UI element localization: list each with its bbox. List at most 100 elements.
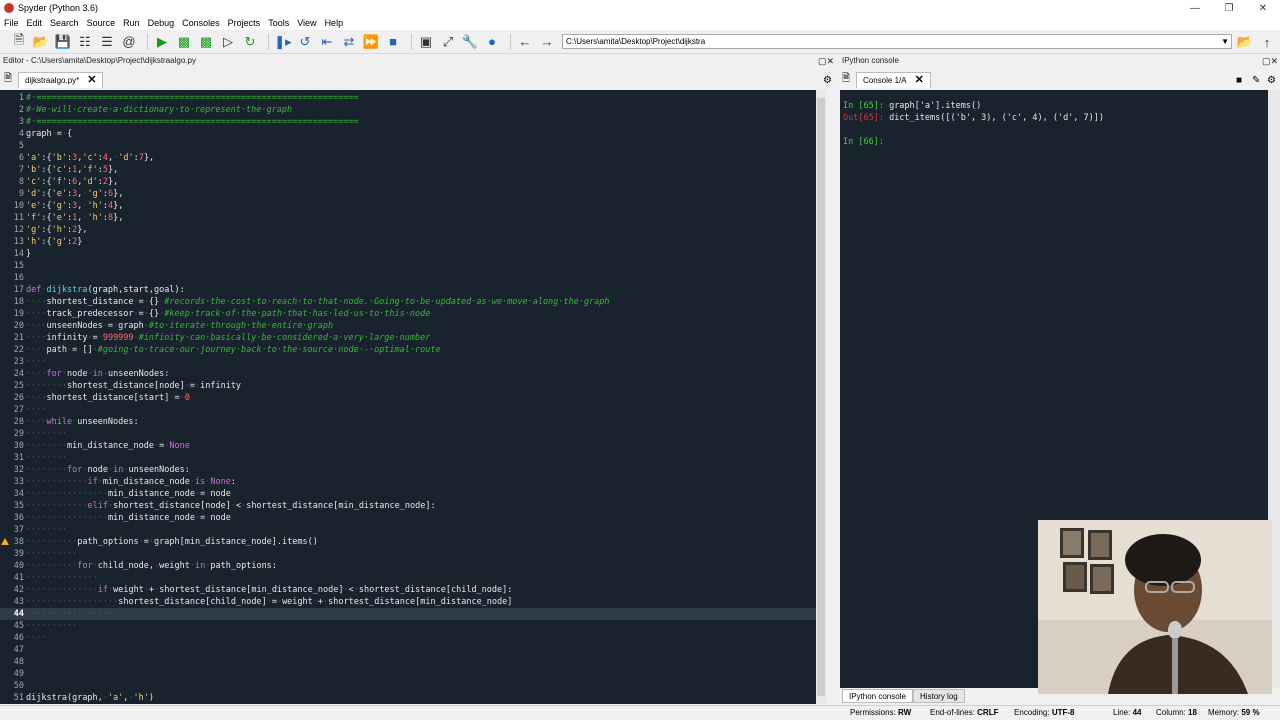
rerun-icon[interactable]: ↻: [241, 33, 259, 51]
run-cell-advance-icon[interactable]: ▩: [197, 33, 215, 51]
open-file-icon[interactable]: 📂: [32, 33, 50, 51]
code-line[interactable]: 1 #·=====================================…: [0, 92, 816, 104]
menu-search[interactable]: Search: [50, 18, 79, 28]
python-path-icon[interactable]: ●: [483, 33, 501, 51]
code-line[interactable]: 20 ····unseenNodes·=·graph·#to·iterate·th…: [0, 320, 816, 332]
code-line[interactable]: 30 ········min_distance_node·=·None: [0, 440, 816, 452]
code-line[interactable]: 29 ········: [0, 428, 816, 440]
code-line[interactable]: 14}: [0, 248, 816, 260]
maximize-pane-icon[interactable]: ▣: [417, 33, 435, 51]
new-file-icon[interactable]: 🗎: [10, 32, 28, 51]
code-line[interactable]: 18 ····shortest_distance·=·{}·#records·th…: [0, 296, 816, 308]
run-cell-icon[interactable]: ▩: [175, 33, 193, 51]
working-directory-input[interactable]: C:\Users\amita\Desktop\Project\dijkstra …: [562, 34, 1232, 49]
menu-source[interactable]: Source: [87, 18, 116, 28]
console-options-gear-icon[interactable]: ⚙: [1267, 75, 1276, 86]
restore-icon[interactable]: ❐: [1212, 3, 1246, 14]
code-line[interactable]: 26 ····shortest_distance[start]·=·0: [0, 392, 816, 404]
code-line[interactable]: 13'h':{'g':2}: [0, 236, 816, 248]
code-editor[interactable]: 1 #·=====================================…: [0, 90, 816, 704]
close-console-tab-icon[interactable]: ✕: [915, 73, 924, 88]
browse-tabs-icon[interactable]: 🗎: [4, 71, 18, 88]
undock-icon[interactable]: ▢✕: [818, 56, 834, 67]
menu-tools[interactable]: Tools: [268, 18, 289, 28]
console-undock-icon[interactable]: ▢✕: [1262, 56, 1278, 67]
code-line[interactable]: 51 dijkstra(graph,·'a',·'h'): [0, 692, 816, 704]
code-line[interactable]: 46 ····: [0, 632, 816, 644]
fullscreen-icon[interactable]: ⤢: [439, 33, 457, 51]
minimize-icon[interactable]: —: [1178, 3, 1212, 14]
code-line[interactable]: 24 ····for·node·in·unseenNodes:: [0, 368, 816, 380]
code-line[interactable]: 2 #·We·will·create·a·dictionary·to·repres…: [0, 104, 816, 116]
code-line[interactable]: 32 ········for·node·in·unseenNodes:: [0, 464, 816, 476]
back-arrow-icon[interactable]: ←: [516, 33, 534, 51]
code-line[interactable]: 5: [0, 140, 816, 152]
code-line[interactable]: 45 ··········: [0, 620, 816, 632]
debug-icon[interactable]: ❚▸: [274, 33, 292, 51]
code-line[interactable]: 41 ··············: [0, 572, 816, 584]
tab-ipython-console[interactable]: IPython console: [842, 689, 913, 703]
editor-scrollbar-thumb[interactable]: [817, 98, 825, 696]
code-line[interactable]: 21 ····infinity·=·999999·#infinity·can·ba…: [0, 332, 816, 344]
code-line[interactable]: 12'g':{'h':2},: [0, 224, 816, 236]
code-line[interactable]: 10'e':{'g':3,·'h':4},: [0, 200, 816, 212]
code-line[interactable]: 40 ··········for·child_node,·weight·in·pa…: [0, 560, 816, 572]
code-line[interactable]: 48: [0, 656, 816, 668]
parent-directory-icon[interactable]: ↑: [1258, 33, 1276, 51]
chevron-down-icon[interactable]: ▼: [1221, 35, 1229, 48]
editor-scrollbar[interactable]: [816, 90, 826, 704]
code-line[interactable]: 39 ··········: [0, 548, 816, 560]
stop-debug-icon[interactable]: ■: [384, 33, 402, 51]
editor-options-gear-icon[interactable]: ⚙: [823, 75, 832, 86]
step-return-icon[interactable]: ⇄: [340, 33, 358, 51]
run-selection-icon[interactable]: ▷: [219, 33, 237, 51]
step-into-icon[interactable]: ⇤: [318, 33, 336, 51]
code-line[interactable]: 25 ········shortest_distance[node]·=·infi…: [0, 380, 816, 392]
code-line[interactable]: 11'f':{'e':1,·'h':8},: [0, 212, 816, 224]
code-line[interactable]: 17 def·dijkstra(graph,start,goal):: [0, 284, 816, 296]
code-line[interactable]: 35 ············elif·shortest_distance[nod…: [0, 500, 816, 512]
code-line[interactable]: 33 ············if·min_distance_node·is·No…: [0, 476, 816, 488]
step-icon[interactable]: ↺: [296, 33, 314, 51]
browse-folder-icon[interactable]: 📂: [1236, 33, 1254, 51]
code-line[interactable]: 19 ····track_predecessor·=·{}·#keep·track…: [0, 308, 816, 320]
menu-help[interactable]: Help: [325, 18, 344, 28]
code-line[interactable]: 50: [0, 680, 816, 692]
code-line[interactable]: 4 graph·=·{: [0, 128, 816, 140]
continue-icon[interactable]: ⏩: [362, 33, 380, 51]
code-line[interactable]: 42 ··············if·weight·+·shortest_dis…: [0, 584, 816, 596]
menu-projects[interactable]: Projects: [228, 18, 261, 28]
menu-file[interactable]: File: [4, 18, 19, 28]
code-line[interactable]: 9'd':{'e':3,·'g':6},: [0, 188, 816, 200]
preferences-icon[interactable]: 🔧: [461, 33, 479, 51]
code-line[interactable]: 15: [0, 260, 816, 272]
menu-view[interactable]: View: [297, 18, 316, 28]
forward-arrow-icon[interactable]: →: [538, 33, 556, 51]
code-line[interactable]: 6'a':{'b':3,'c':4,·'d':7},: [0, 152, 816, 164]
code-line[interactable]: 3 #·=====================================…: [0, 116, 816, 128]
code-line[interactable]: 47: [0, 644, 816, 656]
code-line[interactable]: 23 ····: [0, 356, 816, 368]
warning-icon[interactable]: [1, 538, 9, 545]
tab-dijkstraalgo[interactable]: dijkstraalgo.py* ✕: [18, 72, 104, 88]
at-icon[interactable]: @: [120, 33, 138, 51]
code-line[interactable]: 44 ··················: [0, 608, 816, 620]
code-line[interactable]: 7'b':{'c':1,'f':5},: [0, 164, 816, 176]
menu-edit[interactable]: Edit: [27, 18, 43, 28]
menu-run[interactable]: Run: [123, 18, 140, 28]
code-line[interactable]: 43 ··················shortest_distance[ch…: [0, 596, 816, 608]
save-all-icon[interactable]: ☷: [76, 33, 94, 51]
code-line[interactable]: 8'c':{'f':6,'d':2},: [0, 176, 816, 188]
code-line[interactable]: 34 ················min_distance_node·=·no…: [0, 488, 816, 500]
code-line[interactable]: 28 ····while·unseenNodes:: [0, 416, 816, 428]
code-line[interactable]: 16: [0, 272, 816, 284]
code-line[interactable]: 31 ········: [0, 452, 816, 464]
tab-console-1a[interactable]: Console 1/A ✕: [856, 72, 931, 88]
menu-debug[interactable]: Debug: [148, 18, 175, 28]
stop-kernel-icon[interactable]: ■: [1236, 75, 1242, 86]
code-line[interactable]: 37 ········: [0, 524, 816, 536]
clear-console-icon[interactable]: ✎: [1252, 75, 1260, 86]
close-icon[interactable]: ✕: [1246, 3, 1280, 14]
code-line[interactable]: 27 ····: [0, 404, 816, 416]
run-icon[interactable]: ▶: [153, 33, 171, 51]
